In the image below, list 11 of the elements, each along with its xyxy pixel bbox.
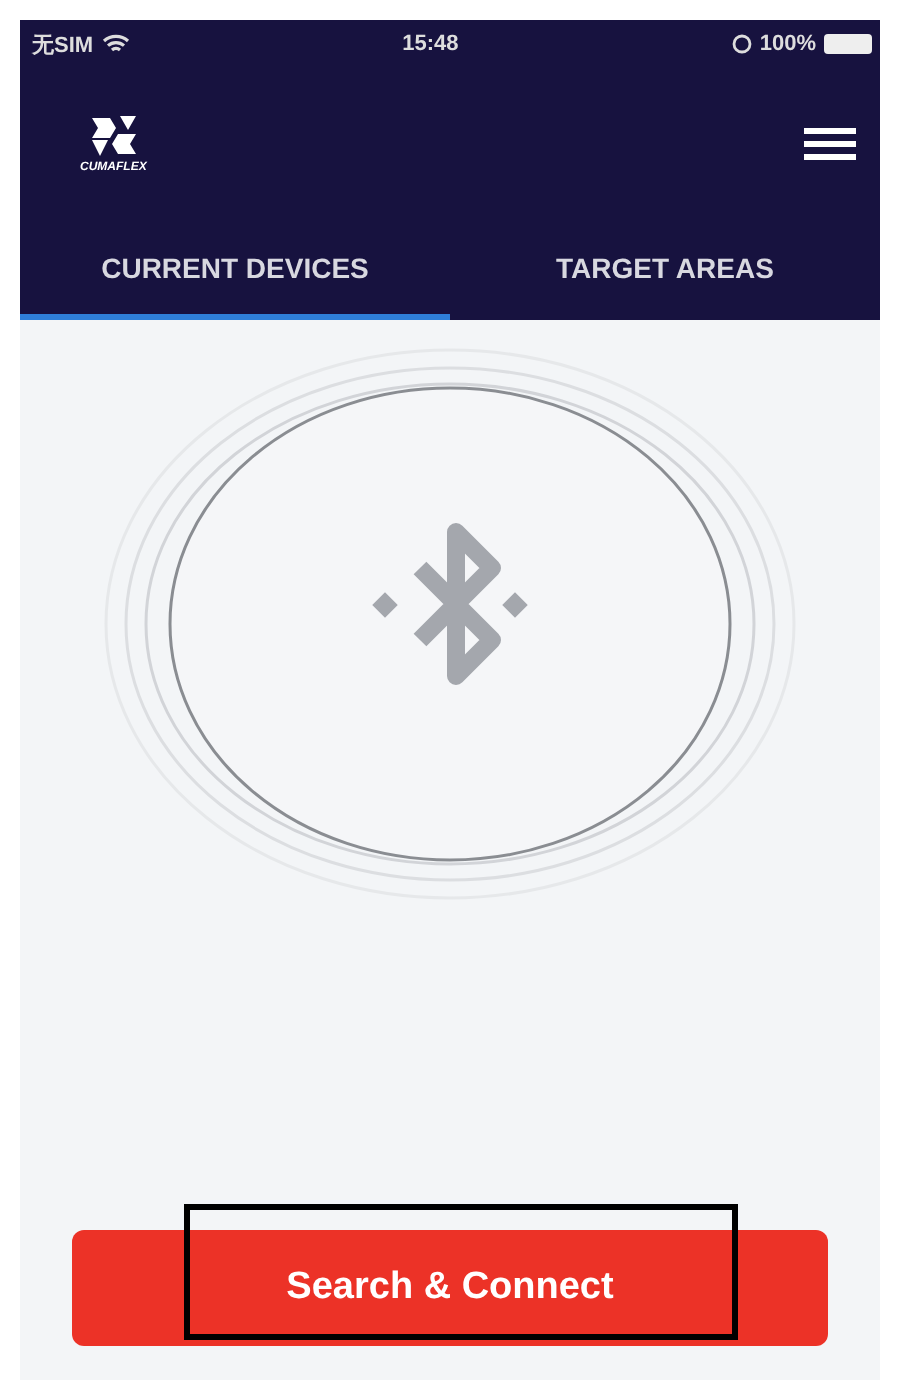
battery-percent: 100% <box>759 32 816 56</box>
logo-icon <box>87 114 140 158</box>
wifi-icon <box>101 34 130 54</box>
alarm-icon <box>731 34 752 54</box>
tab[interactable]: CURRENT DEVICES <box>20 220 450 320</box>
battery-icon <box>824 34 872 54</box>
menu-icon[interactable] <box>804 126 856 162</box>
tab[interactable]: TARGET AREAS <box>450 220 880 320</box>
carrier-label: 无SIM <box>32 31 94 59</box>
search-connect-button[interactable]: Search & Connect <box>72 1230 828 1346</box>
clock-time: 15:48 <box>402 32 459 56</box>
